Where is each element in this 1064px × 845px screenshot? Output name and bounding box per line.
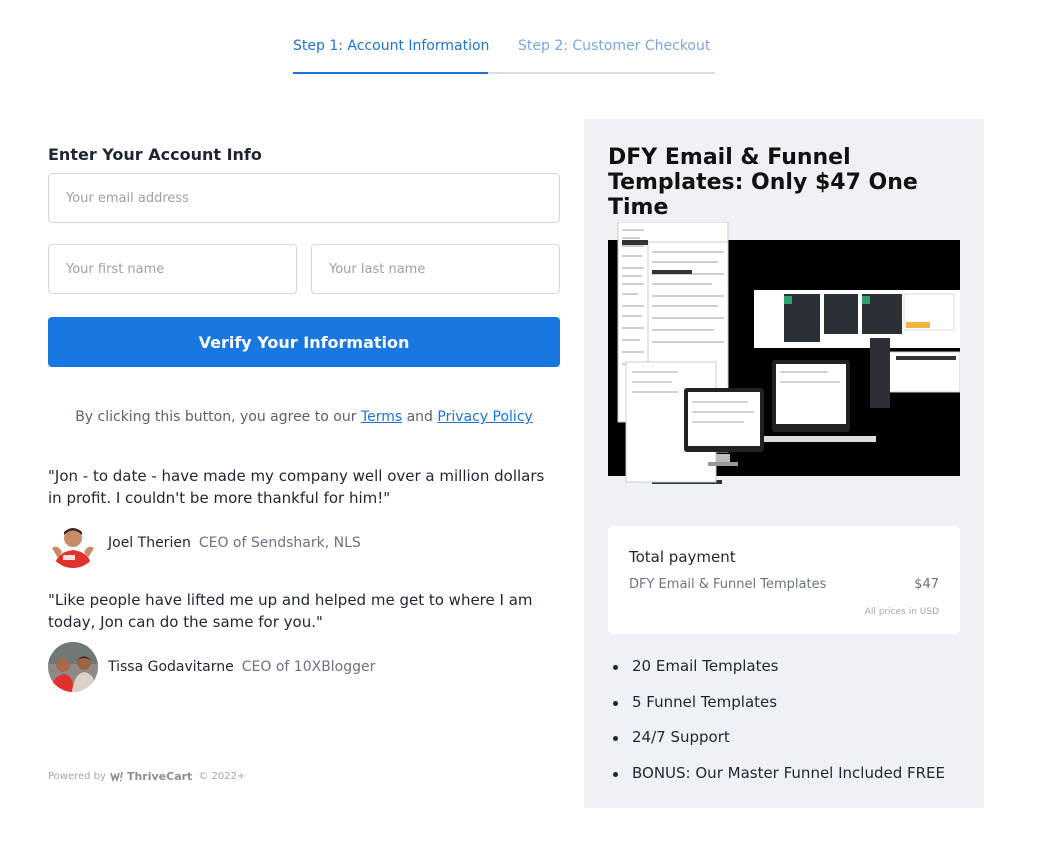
terms-link[interactable]: Terms — [361, 409, 402, 425]
testimonial-quote: "Jon - to date - have made my company we… — [48, 467, 545, 507]
list-item: BONUS: Our Master Funnel Included FREE — [610, 763, 970, 799]
terms-agreement: By clicking this button, you agree to ou… — [48, 409, 560, 425]
testimonial-quote: "Like people have lifted me up and helpe… — [48, 591, 533, 631]
copyright-year: © 2022+ — [198, 771, 246, 782]
feature-list: 20 Email Templates 5 Funnel Templates 24… — [610, 656, 970, 798]
tab-customer-checkout[interactable]: Step 2: Customer Checkout — [488, 36, 715, 74]
and-text: and — [406, 409, 433, 425]
agree-text: By clicking this button, you agree to ou… — [75, 409, 357, 425]
product-title: DFY Email & Funnel Templates: Only $47 O… — [608, 145, 918, 220]
product-image — [608, 221, 961, 492]
list-item: 5 Funnel Templates — [610, 692, 970, 728]
first-name-input[interactable] — [48, 244, 297, 294]
author-name: Tissa Godavitarne — [108, 659, 234, 675]
tab-account-information[interactable]: Step 1: Account Information — [293, 36, 489, 74]
powered-by-text: Powered by — [48, 771, 106, 782]
currency-note: All prices in USD — [864, 607, 939, 617]
avatar — [48, 518, 98, 568]
summary-item-name: DFY Email & Funnel Templates — [629, 577, 827, 592]
thrivecart-brand[interactable]: ThriveCart — [127, 770, 192, 783]
order-summary-panel: DFY Email & Funnel Templates: Only $47 O… — [584, 119, 984, 808]
list-item: 20 Email Templates — [610, 656, 970, 692]
powered-by-footer: Powered by ThriveCart © 2022+ — [48, 770, 245, 783]
verify-information-button[interactable]: Verify Your Information — [48, 317, 560, 367]
total-payment-label: Total payment — [629, 548, 736, 566]
summary-item-price: $47 — [914, 577, 939, 592]
email-input[interactable] — [48, 173, 560, 223]
thrivecart-logo-icon — [110, 771, 123, 782]
privacy-policy-link[interactable]: Privacy Policy — [437, 409, 532, 425]
testimonial-author: Tissa Godavitarne CEO of 10XBlogger — [48, 642, 375, 692]
form-title: Enter Your Account Info — [48, 145, 262, 164]
author-name: Joel Therien — [108, 535, 191, 551]
avatar — [48, 642, 98, 692]
author-role: CEO of Sendshark, NLS — [198, 535, 361, 551]
list-item: 24/7 Support — [610, 727, 970, 763]
payment-summary: Total payment DFY Email & Funnel Templat… — [608, 526, 960, 634]
testimonial-author: Joel Therien CEO of Sendshark, NLS — [48, 518, 361, 568]
last-name-input[interactable] — [311, 244, 560, 294]
author-role: CEO of 10XBlogger — [241, 659, 376, 675]
checkout-steps: Step 1: Account Information Step 2: Cust… — [293, 36, 715, 74]
